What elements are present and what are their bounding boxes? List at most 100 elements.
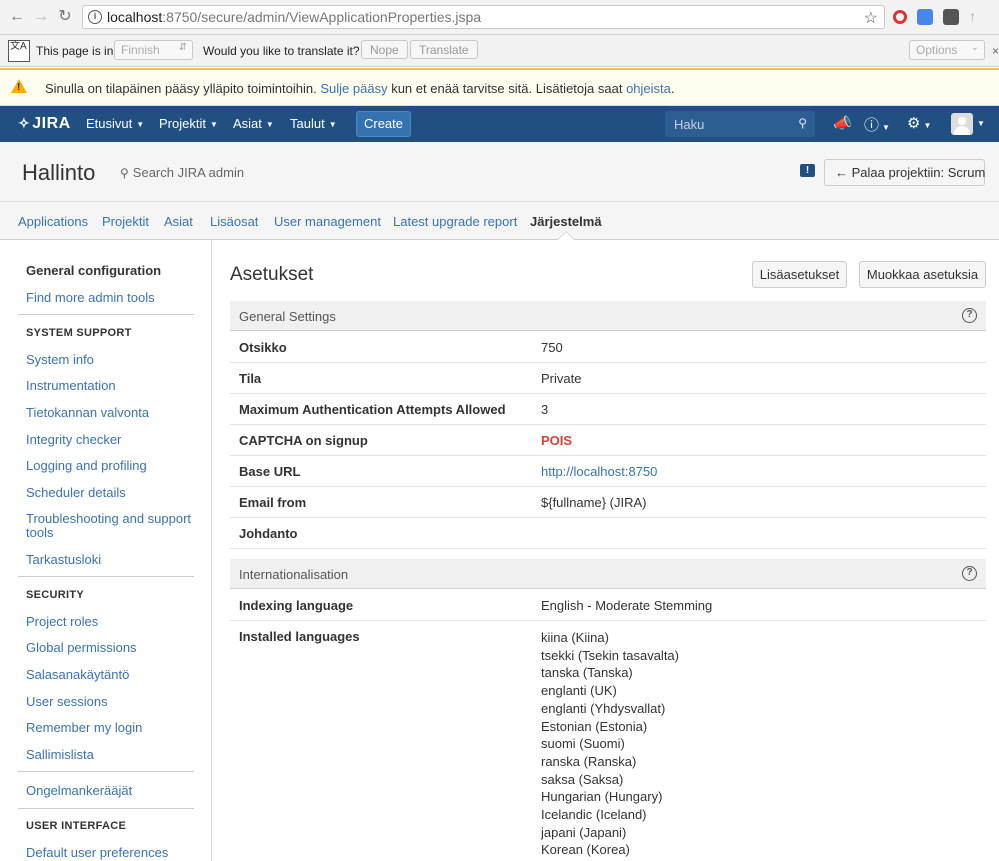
announcement-icon[interactable]: 📣 <box>833 114 852 132</box>
create-button[interactable]: Create <box>356 111 411 137</box>
list-item: Estonian (Estonia) <box>541 718 648 734</box>
opera-extension-icon[interactable] <box>893 10 907 24</box>
sidebar-heading-user-interface: USER INTERFACE <box>26 820 127 832</box>
tab-system[interactable]: Järjestelmä <box>530 214 602 229</box>
translate-icon: 文A <box>8 40 30 62</box>
caret-down-icon[interactable]: ▼ <box>977 119 985 128</box>
jira-logo-icon: ✧ <box>18 115 31 131</box>
info-icon[interactable]: i <box>88 10 102 24</box>
sidebar-item-project-roles[interactable]: Project roles <box>26 614 98 629</box>
close-access-link[interactable]: Sulje pääsy <box>320 81 387 96</box>
admin-search-input[interactable]: ⚲ Search JIRA admin <box>120 165 244 180</box>
address-bar[interactable]: i localhost:8750/secure/admin/ViewApplic… <box>82 5 885 29</box>
list-item: Icelandic (Iceland) <box>541 807 647 823</box>
admin-sidebar: General configuration Find more admin to… <box>0 240 212 861</box>
sidebar-item-audit-log[interactable]: Tarkastusloki <box>26 552 101 567</box>
nav-projects[interactable]: Projektit ▼ <box>159 116 218 131</box>
sidebar-item-database-monitoring[interactable]: Tietokannan valvonta <box>26 405 149 420</box>
sidebar-item-remember-login[interactable]: Remember my login <box>26 720 142 735</box>
divider <box>18 808 194 809</box>
reload-icon[interactable]: ↻ <box>56 8 74 26</box>
sidebar-item-whitelist[interactable]: Sallimislista <box>26 747 94 762</box>
internationalisation-header: Internationalisation ? <box>230 559 986 589</box>
settings-gear-icon[interactable]: ⚙ ▼ <box>907 114 931 132</box>
status-badge: POIS <box>541 433 573 448</box>
table-row: Indexing language English - Moderate Ste… <box>230 590 986 621</box>
extension-icon[interactable] <box>943 9 959 25</box>
sidebar-item-password-policy[interactable]: Salasanakäytäntö <box>26 667 129 682</box>
list-item: saksa (Saksa) <box>541 771 624 787</box>
caret-down-icon: ▼ <box>265 120 274 130</box>
base-url-link[interactable]: http://localhost:8750 <box>541 464 657 479</box>
avatar[interactable] <box>951 113 973 135</box>
table-row: Johdanto <box>230 518 986 549</box>
bookmark-star-icon[interactable]: ☆ <box>864 8 878 28</box>
settings-title: Asetukset <box>230 264 314 285</box>
sidebar-item-default-user-preferences[interactable]: Default user preferences <box>26 845 168 860</box>
advanced-settings-button[interactable]: Lisäasetukset <box>752 261 847 288</box>
divider <box>18 314 194 315</box>
divider <box>18 771 194 772</box>
warning-icon: ! <box>11 79 27 93</box>
forward-arrow-icon[interactable]: → <box>32 8 50 26</box>
sidebar-item-general-configuration[interactable]: General configuration <box>26 263 161 278</box>
sidebar-item-user-sessions[interactable]: User sessions <box>26 694 108 709</box>
banner-text: Sinulla on tilapäinen pääsy ylläpito toi… <box>45 81 675 96</box>
tab-applications[interactable]: Applications <box>18 214 88 229</box>
nope-button[interactable]: Nope <box>361 40 408 59</box>
options-select[interactable]: Options ⌄ <box>909 40 985 60</box>
sidebar-item-find-more[interactable]: Find more admin tools <box>26 290 155 305</box>
translate-button[interactable]: Translate <box>410 40 478 59</box>
tab-projects[interactable]: Projektit <box>102 214 149 229</box>
sidebar-item-system-info[interactable]: System info <box>26 352 94 367</box>
translate-page-is-in: This page is in <box>36 44 114 58</box>
sidebar-item-integrity-checker[interactable]: Integrity checker <box>26 432 121 447</box>
divider <box>18 576 194 577</box>
back-arrow-icon: ← <box>835 165 848 180</box>
tab-user-management[interactable]: User management <box>274 214 381 229</box>
sidebar-heading-security: SECURITY <box>26 589 85 601</box>
feedback-icon[interactable]: ! <box>800 164 815 177</box>
translate-extension-icon[interactable] <box>917 9 933 25</box>
close-translate-icon[interactable]: × <box>992 44 999 58</box>
sidebar-item-scheduler[interactable]: Scheduler details <box>26 485 126 500</box>
list-item: tsekki (Tsekin tasavalta) <box>541 647 679 663</box>
admin-header: Hallinto ⚲ Search JIRA admin ! ← Palaa pr… <box>0 142 999 202</box>
pin-extension-icon[interactable]: ↑ <box>969 8 981 24</box>
table-row: Otsikko 750 <box>230 332 986 363</box>
tab-upgrade-report[interactable]: Latest upgrade report <box>393 214 517 229</box>
sidebar-item-global-permissions[interactable]: Global permissions <box>26 640 137 655</box>
active-tab-indicator-fill <box>558 232 574 240</box>
sidebar-item-instrumentation[interactable]: Instrumentation <box>26 378 116 393</box>
sidebar-item-issue-collectors[interactable]: Ongelmankerääjät <box>26 783 132 798</box>
search-icon: ⚲ <box>120 166 129 180</box>
table-row: Base URL http://localhost:8750 <box>230 456 986 487</box>
table-row: Tila Private <box>230 363 986 394</box>
sidebar-item-troubleshooting[interactable]: Troubleshooting and support tools <box>26 512 196 540</box>
language-select[interactable]: Finnish ⇵ <box>114 40 193 60</box>
tab-addons[interactable]: Lisäosat <box>210 214 258 229</box>
help-icon[interactable]: ? <box>962 308 977 323</box>
table-row: CAPTCHA on signup POIS <box>230 425 986 456</box>
caret-down-icon: ▼ <box>328 120 337 130</box>
help-link[interactable]: ohjeista <box>626 81 671 96</box>
search-icon: ⚲ <box>798 116 807 130</box>
list-item: Hungarian (Hungary) <box>541 789 663 805</box>
header-search-input[interactable]: Haku ⚲ <box>665 111 815 137</box>
sidebar-item-logging[interactable]: Logging and profiling <box>26 458 147 473</box>
edit-settings-button[interactable]: Muokkaa asetuksia <box>859 261 986 288</box>
nav-boards[interactable]: Taulut ▼ <box>290 116 337 131</box>
back-arrow-icon[interactable]: ← <box>8 8 26 26</box>
nav-dashboards[interactable]: Etusivut ▼ <box>86 116 144 131</box>
nav-issues[interactable]: Asiat ▼ <box>233 116 274 131</box>
list-item: kiina (Kiina) <box>541 630 609 645</box>
admin-tabs: Applications Projektit Asiat Lisäosat Us… <box>0 202 999 240</box>
tab-issues[interactable]: Asiat <box>164 214 193 229</box>
help-menu-icon[interactable]: ⓘ ▼ <box>864 114 890 135</box>
help-icon[interactable]: ? <box>962 566 977 581</box>
caret-down-icon: ▼ <box>136 120 145 130</box>
temporary-access-banner: ! Sinulla on tilapäinen pääsy ylläpito t… <box>0 68 999 106</box>
back-to-project-button[interactable]: ← Palaa projektiin: Scrum <box>824 159 985 186</box>
translate-bar: 文A This page is in Finnish ⇵ Would you li… <box>0 35 999 67</box>
jira-logo[interactable]: ✧ JIRA <box>18 115 71 133</box>
